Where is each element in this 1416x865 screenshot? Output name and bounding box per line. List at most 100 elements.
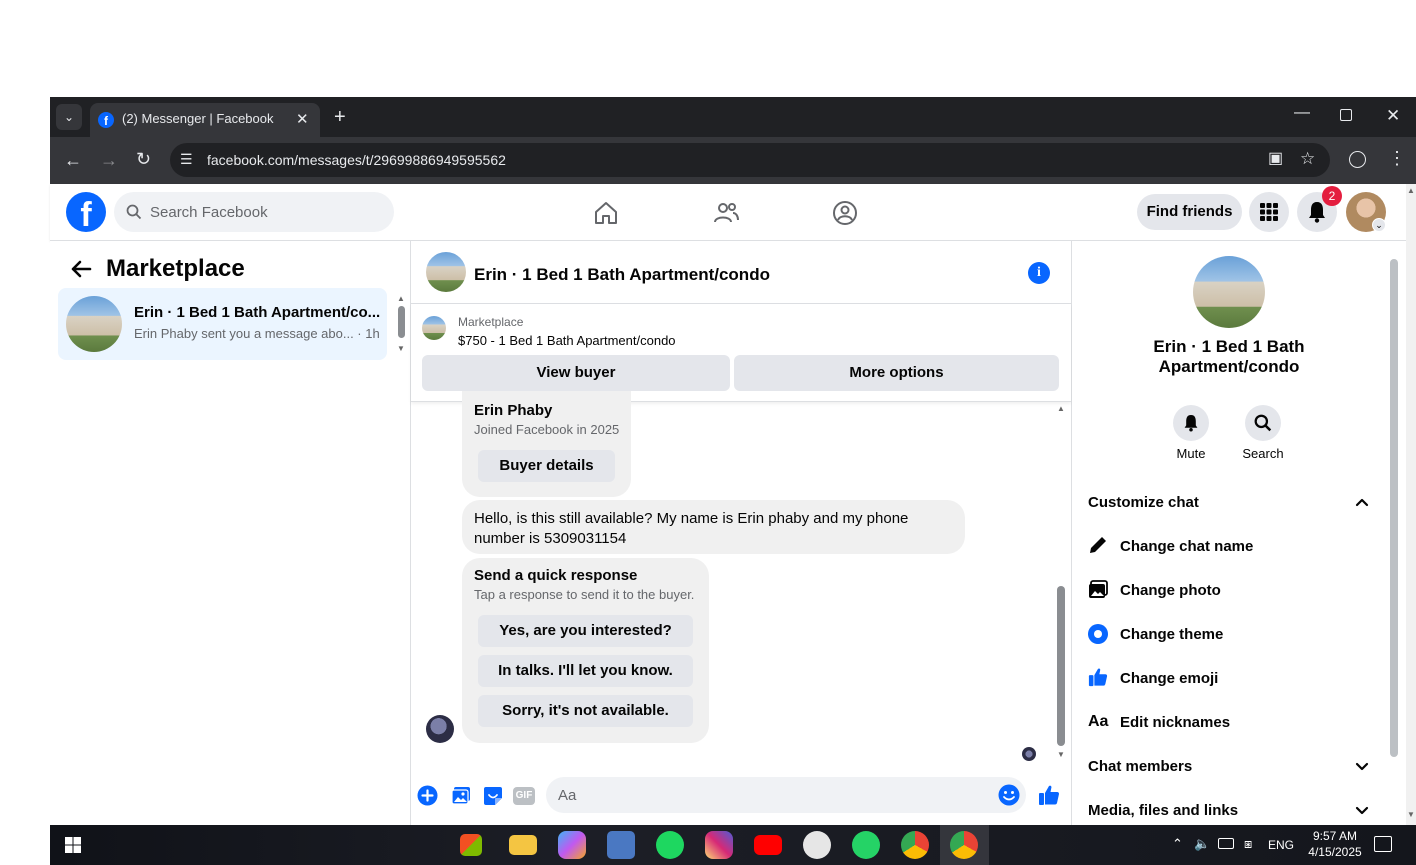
wifi-icon[interactable]: ⧆ (1244, 837, 1252, 850)
chat-title[interactable]: Erin · 1 Bed 1 Bath Apartment/condo (474, 265, 770, 285)
sticker-icon[interactable] (483, 786, 503, 806)
chrome-icon (950, 831, 978, 859)
chevron-down-icon[interactable] (1354, 759, 1370, 775)
groups-icon[interactable] (831, 199, 859, 227)
details-scrollbar[interactable] (1390, 259, 1398, 757)
list-scrollbar[interactable]: ▲ ▼ (397, 294, 405, 354)
conversation-avatar (66, 296, 122, 352)
customize-chat-header[interactable]: Customize chat (1088, 494, 1199, 511)
media-files-links-header[interactable]: Media, files and links (1088, 802, 1238, 819)
restore-icon[interactable] (1340, 109, 1352, 121)
search-facebook-input[interactable]: Search Facebook (114, 192, 394, 232)
messages-scrollbar[interactable]: ▲ ▼ (1056, 404, 1066, 762)
more-options-button[interactable]: More options (734, 355, 1059, 391)
quick-response-not-available[interactable]: Sorry, it's not available. (478, 695, 693, 727)
menu-grid-button[interactable] (1249, 192, 1289, 232)
instagram-icon[interactable] (705, 831, 733, 859)
buyer-avatar[interactable] (426, 715, 454, 743)
gif-icon[interactable]: GIF (513, 787, 535, 805)
emoji-icon[interactable] (998, 784, 1020, 806)
bell-icon (1309, 202, 1325, 223)
profile-icon[interactable] (1349, 151, 1366, 168)
change-theme-item[interactable]: Change theme (1120, 626, 1223, 643)
clock-time: 9:57 AM (1312, 829, 1358, 843)
photo-icon[interactable] (451, 786, 471, 805)
home-icon[interactable] (592, 199, 620, 227)
message-input[interactable]: Aa (546, 777, 1026, 813)
quick-response-yes[interactable]: Yes, are you interested? (478, 615, 693, 647)
mute-button[interactable] (1173, 405, 1209, 441)
listing-label: Marketplace (458, 315, 524, 329)
quick-response-in-talks[interactable]: In talks. I'll let you know. (478, 655, 693, 687)
url-field[interactable]: ☰ facebook.com/messages/t/29699886949595… (170, 143, 1330, 177)
volume-icon[interactable]: 🔈 (1194, 837, 1210, 850)
install-app-icon[interactable]: ▣ (1268, 151, 1283, 167)
tray-chevron-icon[interactable]: ⌃ (1172, 837, 1183, 850)
browser-menu-icon[interactable]: ⋮ (1388, 149, 1406, 167)
details-title-line-2: Apartment/condo (1158, 357, 1300, 376)
marketplace-title: Marketplace (106, 255, 245, 282)
chat-members-header[interactable]: Chat members (1088, 758, 1192, 775)
change-photo-item[interactable]: Change photo (1120, 582, 1221, 599)
info-icon[interactable]: i (1028, 262, 1050, 284)
conversation-item[interactable]: Erin · 1 Bed 1 Bath Apartment/co... Erin… (58, 288, 387, 360)
browser-tab[interactable]: f (2) Messenger | Facebook ✕ (90, 103, 320, 137)
edit-nicknames-item[interactable]: Edit nicknames (1120, 714, 1230, 731)
battery-icon[interactable] (1218, 838, 1234, 849)
like-thumb-icon[interactable] (1038, 784, 1060, 806)
site-settings-icon[interactable]: ☰ (180, 152, 193, 166)
file-explorer-icon[interactable] (509, 835, 537, 855)
plus-icon[interactable] (417, 785, 438, 806)
language-indicator[interactable]: ENG (1268, 838, 1294, 852)
details-avatar[interactable] (1193, 256, 1265, 328)
store-app-icon[interactable] (460, 834, 482, 856)
url-text: facebook.com/messages/t/2969988694959556… (207, 152, 506, 168)
quick-response-title: Send a quick response (474, 567, 638, 584)
listing-thumbnail[interactable] (422, 316, 446, 340)
notification-badge: 2 (1322, 186, 1342, 206)
search-in-chat-button[interactable] (1245, 405, 1281, 441)
reload-icon[interactable]: ↻ (136, 150, 151, 168)
calendar-app-icon[interactable] (607, 831, 635, 859)
tab-search-chevron-icon[interactable]: ⌄ (56, 104, 82, 130)
bell-icon (1184, 415, 1198, 432)
message-text-line-2: number is 5309031154 (474, 530, 627, 547)
chat-avatar[interactable] (426, 252, 466, 292)
new-tab-icon[interactable]: + (334, 107, 346, 127)
page-scrollbar[interactable]: ▲ ▼ (1406, 184, 1416, 825)
change-chat-name-item[interactable]: Change chat name (1120, 538, 1253, 555)
chevron-up-icon[interactable] (1354, 494, 1370, 510)
chevron-down-icon[interactable] (1354, 803, 1370, 819)
back-icon[interactable]: ← (64, 151, 82, 169)
account-chevron-icon[interactable]: ⌄ (1372, 218, 1386, 232)
copilot-icon[interactable] (558, 831, 586, 859)
bookmark-star-icon[interactable]: ☆ (1300, 150, 1315, 167)
chrome-active-app[interactable] (940, 825, 989, 865)
find-friends-button[interactable]: Find friends (1137, 194, 1242, 230)
friends-icon[interactable] (712, 199, 740, 227)
minimize-icon[interactable]: — (1294, 105, 1310, 121)
listing-price-title[interactable]: $750 - 1 Bed 1 Bath Apartment/condo (458, 333, 676, 348)
buyer-details-button[interactable]: Buyer details (478, 450, 615, 482)
search-placeholder: Search Facebook (150, 204, 268, 221)
spotify-icon[interactable] (656, 831, 684, 859)
view-buyer-button[interactable]: View buyer (422, 355, 730, 391)
notification-center-icon[interactable] (1374, 836, 1392, 852)
windows-start-icon[interactable] (65, 837, 81, 853)
app-icon[interactable] (803, 831, 831, 859)
quick-response-card: Send a quick response Tap a response to … (462, 558, 709, 743)
clock[interactable]: 9:57 AM 4/15/2025 (1305, 828, 1365, 860)
browser-address-bar: ← → ↻ ☰ facebook.com/messages/t/29699886… (50, 137, 1416, 184)
youtube-icon[interactable] (754, 835, 782, 855)
close-window-icon[interactable]: ✕ (1386, 107, 1400, 124)
forward-icon[interactable]: → (100, 151, 118, 169)
back-arrow-icon[interactable] (70, 259, 92, 279)
change-emoji-item[interactable]: Change emoji (1120, 670, 1218, 687)
details-title-line-1: Erin · 1 Bed 1 Bath (1153, 337, 1305, 356)
whatsapp-icon[interactable] (852, 831, 880, 859)
tab-close-icon[interactable]: ✕ (296, 112, 309, 127)
photo-icon (1089, 580, 1108, 598)
buyer-joined: Joined Facebook in 2025 (474, 422, 620, 437)
facebook-logo-icon[interactable]: f (66, 192, 106, 232)
chrome-icon[interactable] (901, 831, 929, 859)
